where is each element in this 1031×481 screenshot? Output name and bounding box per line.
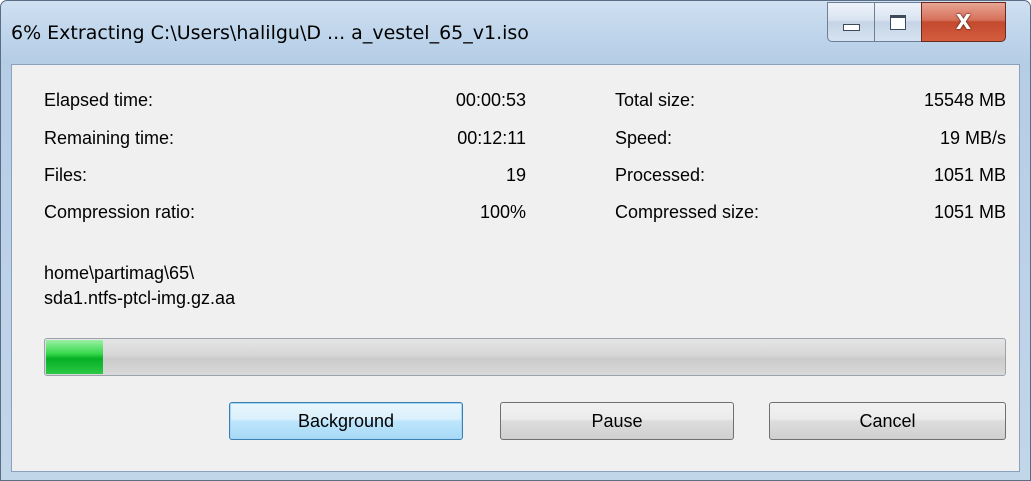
maximize-icon (890, 14, 906, 30)
compressed-size-value: 1051 MB (933, 202, 1006, 222)
dialog-content: Elapsed time: 00:00:53 Remaining time: 0… (11, 64, 1020, 472)
progress-fill (46, 340, 103, 374)
maximize-button[interactable] (874, 2, 921, 42)
compression-ratio-label: Compression ratio: (44, 202, 196, 222)
background-button[interactable]: Background (229, 402, 463, 440)
close-button[interactable]: X (921, 2, 1006, 42)
minimize-button[interactable] (827, 2, 874, 42)
close-icon: X (955, 10, 972, 34)
current-file-name: sda1.ntfs-ptcl-img.gz.aa (44, 288, 236, 308)
processed-value: 1051 MB (933, 165, 1006, 185)
elapsed-time-label: Elapsed time: (44, 90, 154, 110)
caption-buttons: X (827, 2, 1006, 42)
title-bar[interactable]: 6% Extracting C:\Users\halilgu\D ... a_v… (1, 1, 1030, 65)
current-file-path: home\partimag\65\ (44, 263, 195, 283)
window-title: 6% Extracting C:\Users\halilgu\D ... a_v… (11, 22, 529, 44)
speed-value: 19 MB/s (939, 128, 1006, 148)
cancel-button[interactable]: Cancel (769, 402, 1006, 440)
extraction-progress-bar (44, 338, 1006, 376)
processed-label: Processed: (615, 165, 706, 185)
elapsed-time-value: 00:00:53 (455, 90, 526, 110)
files-label: Files: (44, 165, 88, 185)
remaining-time-value: 00:12:11 (457, 128, 526, 148)
pause-button[interactable]: Pause (500, 402, 734, 440)
minimize-icon (842, 23, 860, 31)
total-size-value: 15548 MB (923, 90, 1006, 110)
total-size-label: Total size: (615, 90, 696, 110)
files-value: 19 (505, 165, 526, 185)
remaining-time-label: Remaining time: (44, 128, 175, 148)
compression-ratio-value: 100% (479, 202, 526, 222)
speed-label: Speed: (615, 128, 673, 148)
compressed-size-label: Compressed size: (615, 202, 760, 222)
extraction-window: 6% Extracting C:\Users\halilgu\D ... a_v… (0, 0, 1031, 481)
